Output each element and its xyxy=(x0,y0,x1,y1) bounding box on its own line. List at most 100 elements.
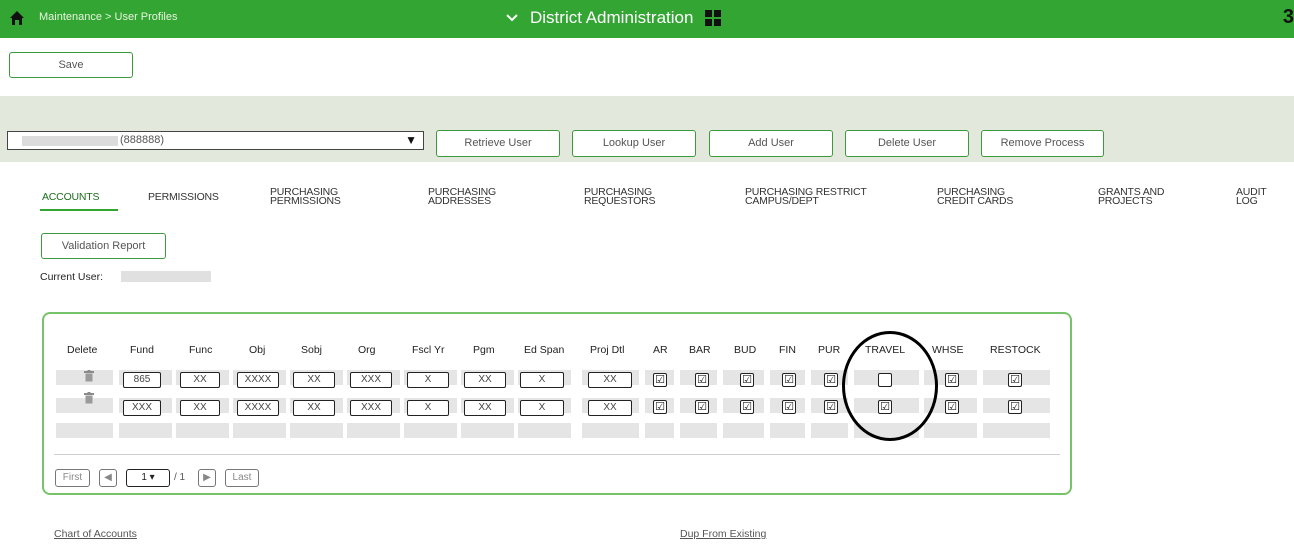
action-row: Save xyxy=(0,38,1294,96)
col-header-delete: Delete xyxy=(67,344,98,356)
user-band: (888888) ▼ Retrieve User Lookup User Add… xyxy=(0,96,1294,162)
func-field[interactable]: XX xyxy=(180,372,220,388)
trash-icon[interactable] xyxy=(84,392,94,404)
proj-dtl-field[interactable]: XX xyxy=(588,400,632,416)
fscl-yr-field[interactable]: X xyxy=(407,400,449,416)
tab-label-line: LOG xyxy=(1236,195,1258,207)
ed-span-field[interactable]: X xyxy=(520,372,564,388)
page-total: / 1 xyxy=(174,472,186,483)
tab-purchasing-credit-cards[interactable]: PURCHASING CREDIT CARDS xyxy=(937,187,1013,207)
grid-cell-bg xyxy=(404,423,457,438)
chevron-down-icon[interactable] xyxy=(506,13,518,23)
tab-label-line: REQUESTORS xyxy=(584,195,656,207)
whse-checkbox[interactable]: ☑ xyxy=(945,400,959,414)
save-button[interactable]: Save xyxy=(9,52,133,78)
menu-icon[interactable]: 3 xyxy=(1283,6,1294,29)
app-grid-icon[interactable] xyxy=(705,10,722,26)
tab-accounts[interactable]: ACCOUNTS xyxy=(42,192,100,203)
tab-label-line: ADDRESSES xyxy=(428,195,491,207)
tab-label-line: PROJECTS xyxy=(1098,195,1153,207)
col-header-pur: PUR xyxy=(818,344,841,356)
current-user-label: Current User: xyxy=(40,271,104,283)
active-tab-indicator xyxy=(40,209,118,211)
bud-checkbox[interactable]: ☑ xyxy=(740,400,754,414)
org-field[interactable]: XXX xyxy=(350,400,392,416)
col-header-pgm: Pgm xyxy=(473,344,495,356)
lookup-user-button[interactable]: Lookup User xyxy=(572,130,696,157)
remove-process-button[interactable]: Remove Process xyxy=(981,130,1104,157)
col-header-org: Org xyxy=(358,344,376,356)
tab-bar: ACCOUNTS PERMISSIONS PURCHASING PERMISSI… xyxy=(0,162,1294,222)
pgm-field[interactable]: XX xyxy=(464,372,506,388)
restock-checkbox[interactable]: ☑ xyxy=(1008,373,1022,387)
tab-purchasing-restrict-campus[interactable]: PURCHASING RESTRICT CAMPUS/DEPT xyxy=(745,187,867,207)
bar-checkbox[interactable]: ☑ xyxy=(695,373,709,387)
grid-cell-bg xyxy=(680,423,717,438)
col-header-ed-span: Ed Span xyxy=(524,344,565,356)
pur-checkbox[interactable]: ☑ xyxy=(824,373,838,387)
bud-checkbox[interactable]: ☑ xyxy=(740,373,754,387)
fund-field[interactable]: 865 xyxy=(123,372,161,388)
sobj-field[interactable]: XX xyxy=(293,400,335,416)
last-page-button[interactable]: Last xyxy=(225,469,259,487)
obj-field[interactable]: XXXX xyxy=(237,372,279,388)
page-number: 1 xyxy=(141,472,147,483)
grid-cell-bg xyxy=(645,423,674,438)
home-icon[interactable] xyxy=(9,10,25,26)
tab-permissions[interactable]: PERMISSIONS xyxy=(148,192,219,203)
tab-label-line: PERMISSIONS xyxy=(270,195,341,207)
whse-checkbox[interactable]: ☑ xyxy=(945,373,959,387)
obj-field[interactable]: XXXX xyxy=(237,400,279,416)
prev-page-button[interactable]: ◀ xyxy=(99,469,117,487)
chart-of-accounts-link[interactable]: Chart of Accounts xyxy=(54,528,137,540)
col-header-bud: BUD xyxy=(734,344,757,356)
fin-checkbox[interactable]: ☑ xyxy=(782,400,796,414)
col-header-bar: BAR xyxy=(689,344,711,356)
restock-checkbox[interactable]: ☑ xyxy=(1008,400,1022,414)
fscl-yr-field[interactable]: X xyxy=(407,372,449,388)
org-field[interactable]: XXX xyxy=(350,372,392,388)
retrieve-user-button[interactable]: Retrieve User xyxy=(436,130,560,157)
pgm-field[interactable]: XX xyxy=(464,400,506,416)
validation-report-button[interactable]: Validation Report xyxy=(41,233,166,259)
ed-span-field[interactable]: X xyxy=(520,400,564,416)
col-header-proj-dtl: Proj Dtl xyxy=(590,344,625,356)
grid-cell-bg xyxy=(924,423,977,438)
grid-cell-bg xyxy=(290,423,343,438)
tab-label-line: CAMPUS/DEPT xyxy=(745,195,819,207)
col-header-fund: Fund xyxy=(130,344,154,356)
fund-field[interactable]: XXX xyxy=(123,400,161,416)
grid-cell-bg xyxy=(56,423,113,438)
col-header-restock: RESTOCK xyxy=(990,344,1041,356)
trash-icon[interactable] xyxy=(84,370,94,382)
add-user-button[interactable]: Add User xyxy=(709,130,833,157)
select-caret-icon[interactable]: ▼ xyxy=(405,133,417,147)
col-header-ar: AR xyxy=(653,344,668,356)
grid-cell-bg xyxy=(811,423,848,438)
tab-purchasing-permissions[interactable]: PURCHASING PERMISSIONS xyxy=(270,187,341,207)
user-select[interactable]: (888888) ▼ xyxy=(7,131,424,150)
next-page-button[interactable]: ▶ xyxy=(198,469,216,487)
delete-user-button[interactable]: Delete User xyxy=(845,130,969,157)
tab-purchasing-requestors[interactable]: PURCHASING REQUESTORS xyxy=(584,187,656,207)
current-user-redacted xyxy=(121,271,211,282)
tab-grants-and-projects[interactable]: GRANTS AND PROJECTS xyxy=(1098,187,1164,207)
func-field[interactable]: XX xyxy=(180,400,220,416)
page-select[interactable]: 1 ▾ xyxy=(126,469,170,487)
fin-checkbox[interactable]: ☑ xyxy=(782,373,796,387)
sobj-field[interactable]: XX xyxy=(293,372,335,388)
col-header-func: Func xyxy=(189,344,213,356)
proj-dtl-field[interactable]: XX xyxy=(588,372,632,388)
app-title-group[interactable]: District Administration xyxy=(506,8,722,28)
dup-from-existing-link[interactable]: Dup From Existing xyxy=(680,528,766,540)
grid-cell-bg xyxy=(770,423,805,438)
tab-audit-log[interactable]: AUDIT LOG xyxy=(1236,187,1267,207)
first-page-button[interactable]: First xyxy=(55,469,90,487)
tab-purchasing-addresses[interactable]: PURCHASING ADDRESSES xyxy=(428,187,496,207)
user-id: (888888) xyxy=(120,134,165,146)
ar-checkbox[interactable]: ☑ xyxy=(653,373,667,387)
pur-checkbox[interactable]: ☑ xyxy=(824,400,838,414)
breadcrumb[interactable]: Maintenance > User Profiles xyxy=(39,11,177,23)
ar-checkbox[interactable]: ☑ xyxy=(653,400,667,414)
bar-checkbox[interactable]: ☑ xyxy=(695,400,709,414)
